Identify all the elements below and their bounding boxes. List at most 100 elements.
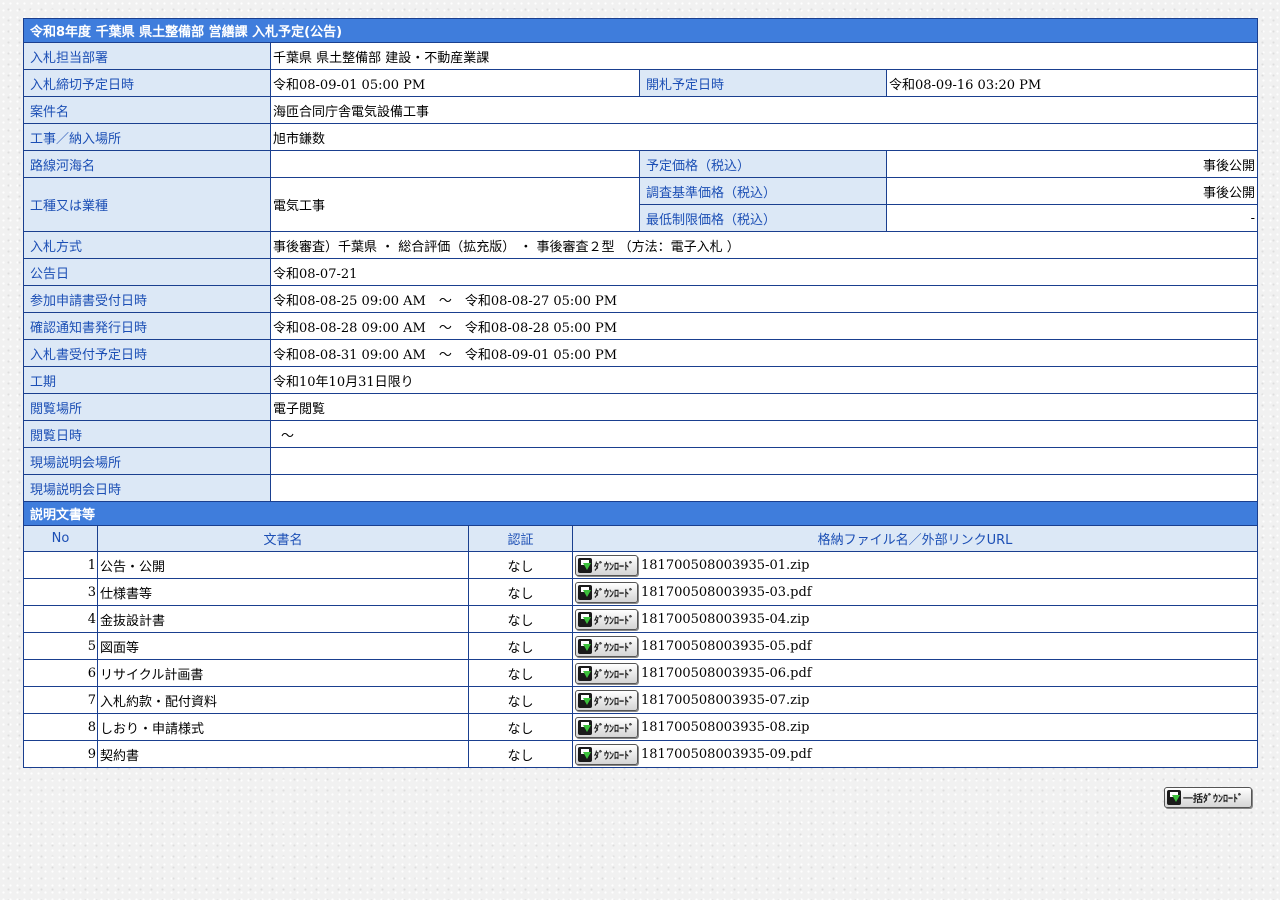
doc-auth: なし <box>468 686 573 714</box>
notice-date-label: 公告日 <box>23 258 271 286</box>
doc-name: リサイクル計画書 <box>97 659 469 687</box>
col-doc-name: 文書名 <box>97 525 469 552</box>
route-label: 路線河海名 <box>23 150 271 178</box>
doc-no: 9 <box>23 740 98 768</box>
doc-file-name[interactable]: 181700508003935-08.zip <box>641 720 809 735</box>
viewing-date-label: 閲覧日時 <box>23 420 271 448</box>
download-label: ﾀﾞｳﾝﾛｰﾄﾞ <box>594 750 634 762</box>
bid-receipt-label: 入札書受付予定日時 <box>23 339 271 367</box>
site-date-label: 現場説明会日時 <box>23 474 271 502</box>
table-row: 5 図面等 なし ﾀﾞｳﾝﾛｰﾄﾞ 181700508003935-05.pdf <box>23 632 1259 660</box>
download-button[interactable]: ﾀﾞｳﾝﾛｰﾄﾞ <box>575 581 638 603</box>
download-button[interactable]: ﾀﾞｳﾝﾛｰﾄﾞ <box>575 716 638 738</box>
download-label: ﾀﾞｳﾝﾛｰﾄﾞ <box>594 642 634 654</box>
location-label: 工事／納入場所 <box>23 123 271 151</box>
table-row: 7 入札約款・配付資料 なし ﾀﾞｳﾝﾛｰﾄﾞ 181700508003935-07.z… <box>23 686 1259 714</box>
location-value: 旭市鎌数 <box>269 123 1259 151</box>
download-icon <box>578 557 592 573</box>
col-auth: 認証 <box>468 525 573 552</box>
bulk-download-button[interactable]: 一括ﾀﾞｳﾝﾛｰﾄﾞ <box>1164 787 1252 808</box>
doc-file-name[interactable]: 181700508003935-09.pdf <box>641 747 812 762</box>
doc-name: 契約書 <box>97 740 469 768</box>
doc-auth: なし <box>468 632 573 660</box>
doc-file-name[interactable]: 181700508003935-05.pdf <box>641 639 812 654</box>
planned-price-value: 事後公開 <box>885 150 1259 178</box>
download-icon <box>578 665 592 681</box>
download-label: ﾀﾞｳﾝﾛｰﾄﾞ <box>594 615 634 627</box>
table-row: 6 リサイクル計画書 なし ﾀﾞｳﾝﾛｰﾄﾞ 181700508003935-06.pd… <box>23 659 1259 687</box>
doc-auth: なし <box>468 551 573 579</box>
download-icon <box>578 692 592 708</box>
doc-file-name[interactable]: 181700508003935-06.pdf <box>641 666 812 681</box>
doc-name: 入札約款・配付資料 <box>97 686 469 714</box>
confirm-label: 確認通知書発行日時 <box>23 312 271 340</box>
dept-value: 千葉県 県土整備部 建設・不動産業課 <box>269 42 1259 70</box>
doc-file-name[interactable]: 181700508003935-01.zip <box>641 558 809 573</box>
period-value: 令和10年10月31日限り <box>269 366 1259 394</box>
category-label: 工種又は業種 <box>23 177 271 232</box>
doc-no: 6 <box>23 659 98 687</box>
min-price-label: 最低制限価格（税込） <box>639 204 887 232</box>
bid-receipt-value: 令和08-08-31 09:00 AM ～ 令和08-09-01 05:00 P… <box>269 339 1259 367</box>
download-button[interactable]: ﾀﾞｳﾝﾛｰﾄﾞ <box>575 635 638 657</box>
download-button[interactable]: ﾀﾞｳﾝﾛｰﾄﾞ <box>575 608 638 630</box>
download-button[interactable]: ﾀﾞｳﾝﾛｰﾄﾞ <box>575 554 638 576</box>
table-row: 9 契約書 なし ﾀﾞｳﾝﾛｰﾄﾞ 181700508003935-09.pdf <box>23 740 1259 768</box>
download-button[interactable]: ﾀﾞｳﾝﾛｰﾄﾞ <box>575 662 638 684</box>
documents-header: 説明文書等 <box>22 501 1259 526</box>
table-row: 4 金抜設計書 なし ﾀﾞｳﾝﾛｰﾄﾞ 181700508003935-04.zip <box>23 605 1259 633</box>
doc-file-cell: ﾀﾞｳﾝﾛｰﾄﾞ 181700508003935-06.pdf <box>571 659 1259 687</box>
download-button[interactable]: ﾀﾞｳﾝﾛｰﾄﾞ <box>575 743 638 765</box>
download-label: ﾀﾞｳﾝﾛｰﾄﾞ <box>594 669 634 681</box>
doc-file-name[interactable]: 181700508003935-07.zip <box>641 693 809 708</box>
download-icon <box>1167 790 1181 805</box>
download-icon <box>578 746 592 762</box>
deadline-value: 令和08-09-01 05:00 PM <box>270 69 640 97</box>
download-label: ﾀﾞｳﾝﾛｰﾄﾞ <box>594 588 634 600</box>
min-price-value: - <box>885 204 1259 232</box>
doc-file-name[interactable]: 181700508003935-03.pdf <box>641 585 812 600</box>
method-value: 事後審査）千葉県 ・ 総合評価（拡充版） ・ 事後審査２型 （方法：電子入札 ） <box>269 231 1259 259</box>
opening-label: 開札予定日時 <box>639 69 887 97</box>
site-place-label: 現場説明会場所 <box>23 447 271 475</box>
application-value: 令和08-08-25 09:00 AM ～ 令和08-08-27 05:00 P… <box>269 285 1259 313</box>
doc-name: 金抜設計書 <box>97 605 469 633</box>
project-value: 海匝合同庁舎電気設備工事 <box>269 96 1259 124</box>
survey-price-value: 事後公開 <box>885 177 1259 205</box>
deadline-label: 入札締切予定日時 <box>23 69 271 97</box>
confirm-value: 令和08-08-28 09:00 AM ～ 令和08-08-28 05:00 P… <box>269 312 1259 340</box>
table-row: 8 しおり・申請様式 なし ﾀﾞｳﾝﾛｰﾄﾞ 181700508003935-08.zi… <box>23 713 1259 741</box>
dept-label: 入札担当部署 <box>23 42 271 70</box>
category-value: 電気工事 <box>270 177 640 232</box>
site-date-value <box>269 474 1259 502</box>
doc-name: 公告・公開 <box>97 551 469 579</box>
viewing-place-label: 閲覧場所 <box>23 393 271 421</box>
doc-no: 1 <box>23 551 98 579</box>
download-icon <box>578 611 592 627</box>
site-place-value <box>269 447 1259 475</box>
download-label: ﾀﾞｳﾝﾛｰﾄﾞ <box>594 696 634 708</box>
doc-name: しおり・申請様式 <box>97 713 469 741</box>
doc-auth: なし <box>468 578 573 606</box>
application-label: 参加申請書受付日時 <box>23 285 271 313</box>
download-icon <box>578 584 592 600</box>
col-no: No <box>23 525 98 552</box>
doc-auth: なし <box>468 713 573 741</box>
viewing-place-value: 電子閲覧 <box>269 393 1259 421</box>
doc-file-cell: ﾀﾞｳﾝﾛｰﾄﾞ 181700508003935-08.zip <box>571 713 1259 741</box>
doc-file-cell: ﾀﾞｳﾝﾛｰﾄﾞ 181700508003935-05.pdf <box>571 632 1259 660</box>
doc-auth: なし <box>468 740 573 768</box>
download-label: ﾀﾞｳﾝﾛｰﾄﾞ <box>594 723 634 735</box>
documents-table: 説明文書等 No 文書名 認証 格納ファイル名／外部リンクURL 1 公告・公開な… <box>22 501 1259 768</box>
documents-body: 1 公告・公開 なし ﾀﾞｳﾝﾛｰﾄﾞ 181700508003935-01.zip 3 仕… <box>23 551 1259 768</box>
bulk-download-label: 一括ﾀﾞｳﾝﾛｰﾄﾞ <box>1183 794 1243 805</box>
doc-no: 4 <box>23 605 98 633</box>
doc-file-cell: ﾀﾞｳﾝﾛｰﾄﾞ 181700508003935-09.pdf <box>571 740 1259 768</box>
col-file: 格納ファイル名／外部リンクURL <box>571 525 1259 552</box>
download-icon <box>578 638 592 654</box>
doc-no: 3 <box>23 578 98 606</box>
notice-date-value: 令和08-07-21 <box>269 258 1259 286</box>
doc-file-name[interactable]: 181700508003935-04.zip <box>641 612 809 627</box>
doc-name: 図面等 <box>97 632 469 660</box>
download-button[interactable]: ﾀﾞｳﾝﾛｰﾄﾞ <box>575 689 638 711</box>
